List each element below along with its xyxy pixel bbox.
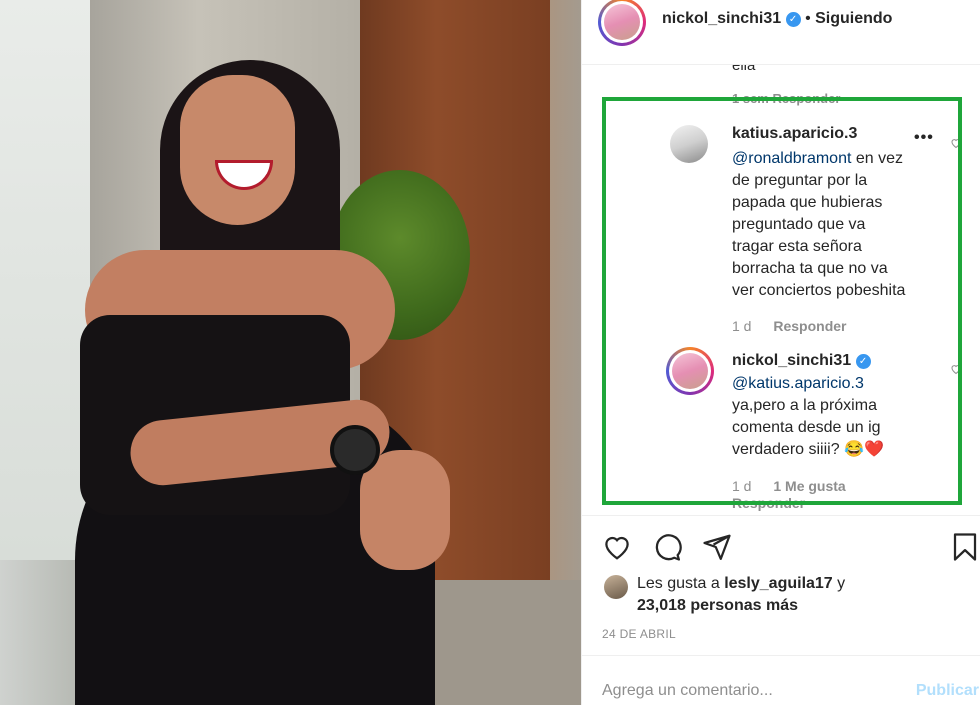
likes-summary: Les gusta a lesly_aguila17 y 23,018 pers… (637, 575, 846, 614)
share-icon[interactable] (702, 532, 732, 562)
separator-dot: • (805, 10, 816, 27)
photo-person-hand (360, 450, 450, 570)
commenter-avatar[interactable] (666, 347, 714, 395)
comment-mention[interactable]: @ronaldbramont (732, 150, 851, 167)
post-header: nickol_sinchi31 ✓ • Siguiendo (582, 0, 980, 65)
verified-icon: ✓ (785, 12, 801, 27)
comment-author[interactable]: katius.aparicio.3 (732, 125, 857, 142)
comment-meta: 1 d 1 Me gusta (732, 478, 846, 494)
comment-mention[interactable]: @katius.aparicio.3 (732, 375, 864, 392)
comment-likes-count[interactable]: 1 Me gusta (773, 478, 845, 494)
more-icon[interactable]: ••• (914, 129, 934, 147)
liker-avatar[interactable] (604, 575, 628, 599)
comment-time: 1 d (732, 478, 752, 494)
following-button[interactable]: Siguiendo (815, 10, 892, 27)
comment-meta-overflow: Responder (732, 495, 805, 511)
reply-button[interactable]: Responder (732, 495, 805, 511)
comment-author[interactable]: nickol_sinchi31 (732, 352, 851, 369)
post-actions-bar (582, 515, 980, 576)
reply-button[interactable]: Responder (773, 318, 846, 334)
comment-icon[interactable] (652, 532, 682, 562)
post-photo[interactable] (0, 0, 581, 705)
verified-icon: ✓ (855, 354, 871, 369)
like-comment-heart-icon[interactable] (950, 137, 962, 149)
comments-list[interactable]: ella 1 sem Responder katius.aparicio.3 •… (582, 65, 980, 515)
bookmark-icon[interactable] (950, 532, 980, 562)
photo-step (430, 580, 581, 705)
comment-text: @katius.aparicio.3 ya,pero a la próxima … (732, 375, 884, 458)
commenter-avatar[interactable] (670, 125, 708, 163)
comment-input[interactable]: Agrega un comentario... (602, 682, 773, 700)
truncated-comment-text: ella (732, 65, 756, 74)
add-comment-bar: Agrega un comentario... Publicar (582, 655, 980, 706)
first-liker-link[interactable]: lesly_aguila17 (724, 575, 833, 592)
post-date[interactable]: 24 DE ABRIL (602, 627, 676, 641)
comment-time: 1 d (732, 318, 752, 334)
heart-icon[interactable] (602, 532, 632, 562)
post-author-username[interactable]: nickol_sinchi31 (662, 10, 781, 27)
truncated-comment-meta: 1 sem Responder (732, 91, 841, 106)
publish-button[interactable]: Publicar (916, 682, 979, 700)
photo-person-face (180, 75, 295, 225)
others-likes-link[interactable]: 23,018 personas más (637, 597, 798, 614)
post-side-panel: nickol_sinchi31 ✓ • Siguiendo ella 1 sem… (581, 0, 980, 705)
like-comment-heart-icon[interactable] (950, 363, 962, 375)
comment-meta: 1 d Responder (732, 318, 846, 334)
author-avatar[interactable] (598, 0, 646, 46)
photo-watch (330, 425, 380, 475)
comment-text: @ronaldbramont en vez de preguntar por l… (732, 150, 906, 299)
photo-background (0, 0, 90, 560)
